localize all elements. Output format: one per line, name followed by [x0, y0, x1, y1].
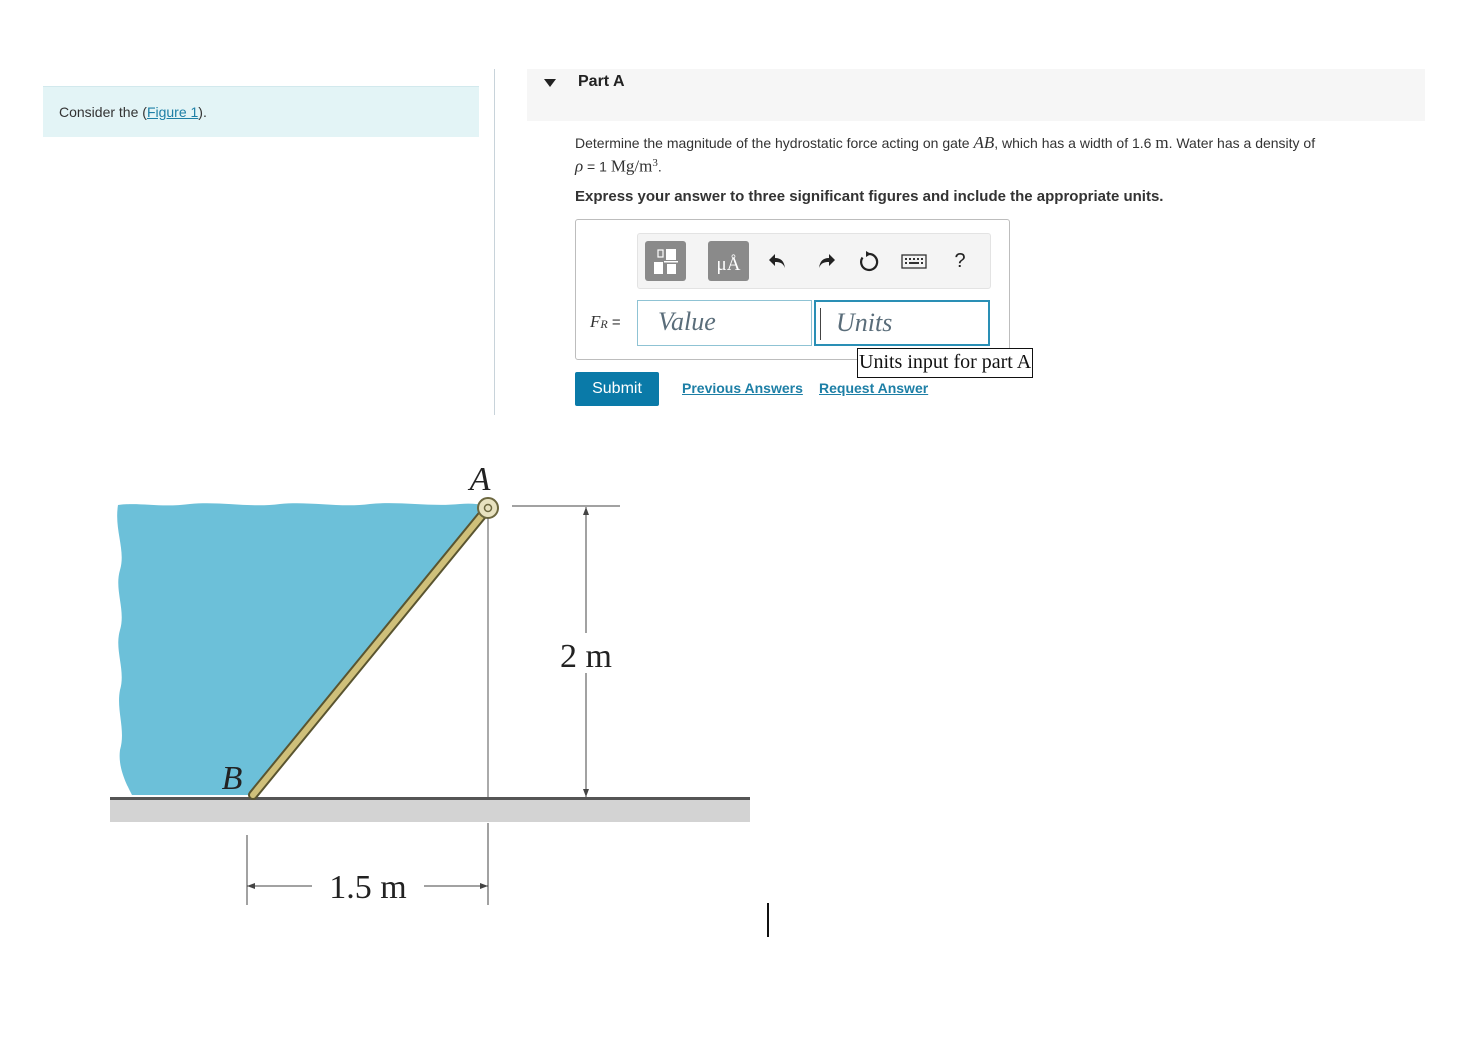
collapse-caret-icon[interactable] [544, 79, 556, 87]
point-a-label: A [468, 461, 491, 498]
part-title: Part A [578, 73, 625, 90]
question-text-2: , which has a width of 1.6 [994, 135, 1156, 151]
answer-label-eq: = [607, 314, 621, 331]
redo-icon[interactable] [814, 244, 838, 278]
question-text-3: . Water has a density of [1168, 135, 1316, 151]
value-input[interactable]: Value [637, 300, 812, 346]
answer-label-sub: R [600, 317, 608, 331]
previous-answers-link[interactable]: Previous Answers [682, 380, 803, 396]
units-tooltip: Units input for part A [857, 348, 1034, 378]
gate-diagram: 2 m A B 1.5 m [110, 461, 750, 906]
ground-line [110, 797, 750, 800]
arrow-left-icon [247, 883, 255, 889]
arrow-down-icon [583, 789, 589, 797]
point-b-label: B [222, 760, 243, 797]
undo-icon[interactable] [766, 244, 790, 278]
figure-reference-panel: Consider the (Figure 1). [43, 86, 479, 137]
answer-label: FR = [590, 312, 621, 332]
submit-button[interactable]: Submit [575, 372, 659, 406]
units-icon[interactable]: μÅ [708, 241, 749, 281]
units-button-label: μÅ [716, 254, 741, 275]
reset-icon[interactable] [857, 244, 881, 278]
answer-box: μÅ ? FR = Value Units [575, 219, 1010, 360]
width-dimension-label: 1.5 m [329, 869, 406, 906]
gate-symbol: AB [973, 133, 995, 152]
text-cursor [767, 903, 769, 937]
answer-label-main: F [590, 312, 601, 331]
consider-prefix: Consider the ( [59, 104, 147, 120]
units-placeholder: Units [836, 308, 893, 337]
unit-m: m [1155, 133, 1169, 152]
ground-shading [110, 800, 750, 822]
keyboard-icon[interactable] [900, 244, 928, 278]
part-a-header[interactable]: Part A [527, 69, 1425, 121]
rho-unit: Mg/m [610, 156, 653, 176]
help-icon[interactable]: ? [948, 244, 972, 278]
figure-1-link[interactable]: Figure 1 [147, 104, 198, 120]
arrow-up-icon [583, 507, 589, 515]
instruction-text: Express your answer to three significant… [575, 188, 1164, 205]
arrow-right-icon [480, 883, 488, 889]
panel-divider [494, 69, 495, 415]
water-region [117, 503, 485, 795]
math-toolbar: μÅ ? [637, 233, 991, 289]
height-dimension-label: 2 m [560, 638, 612, 675]
hinge-a-icon [477, 497, 499, 519]
figure-1: 2 m A B 1.5 m [100, 455, 760, 930]
text-caret [820, 308, 821, 340]
question-text-1: Determine the magnitude of the hydrostat… [575, 135, 974, 151]
consider-suffix: ). [198, 104, 207, 120]
rho-symbol: ρ [575, 156, 584, 176]
question-end: . [657, 158, 662, 175]
question-text: Determine the magnitude of the hydrostat… [575, 133, 1425, 177]
rho-equals: = 1 [583, 158, 611, 175]
units-input[interactable]: Units [814, 300, 990, 346]
request-answer-link[interactable]: Request Answer [819, 380, 928, 396]
templates-icon[interactable] [645, 241, 686, 281]
